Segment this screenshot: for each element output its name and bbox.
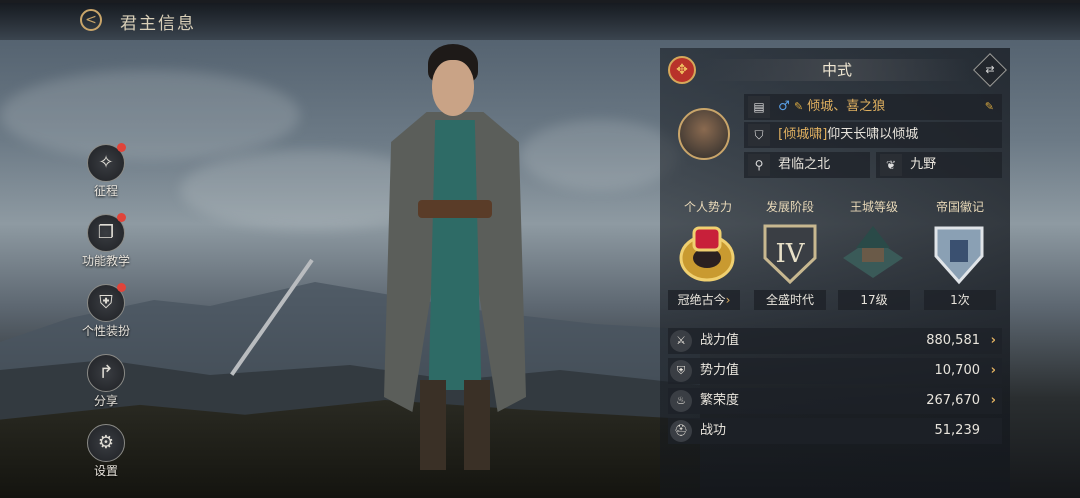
stat-value: 267,670: [926, 393, 980, 408]
stat-value: 10,700: [934, 363, 981, 378]
stat-name: 战功: [700, 423, 727, 438]
lord-character-model[interactable]: [370, 40, 540, 480]
gender-icon: ♂: [778, 99, 790, 114]
chevron-right-icon: ›: [725, 293, 731, 307]
edit-name-icon[interactable]: ✎: [985, 94, 994, 120]
style-selector[interactable]: ✥ 中式 ⇄: [668, 53, 1007, 87]
stat-row-influence[interactable]: ⛨ 势力值 10,700 ›: [668, 358, 1002, 384]
swap-icon[interactable]: ⇄: [973, 53, 1007, 87]
character-boot: [464, 380, 490, 470]
roman-four-shield-icon[interactable]: IV: [755, 218, 825, 288]
notification-dot: [117, 213, 126, 222]
stage-numeral: IV: [775, 239, 805, 269]
badge-label-crest: 1次: [924, 290, 996, 310]
badge-label-power[interactable]: 冠绝古今›: [668, 290, 740, 310]
signature-row[interactable]: ⛉ [倾城啸]仰天长啸以倾城: [744, 122, 1002, 148]
location-row: ⚲ 君临之北: [744, 152, 870, 178]
cloud: [520, 120, 680, 190]
badge-label-city-level: 17级: [838, 290, 910, 310]
side-menu-label: 功能教学: [81, 254, 130, 268]
palace-icon[interactable]: [838, 218, 908, 288]
side-menu-item-journey[interactable]: ✧ 征程: [78, 143, 134, 199]
feather-icon: ❦: [880, 154, 902, 176]
chevron-right-icon: ›: [990, 333, 996, 348]
location-text: 君临之北: [778, 157, 831, 172]
chevron-right-icon: ›: [990, 363, 996, 378]
side-menu-label: 征程: [93, 184, 118, 198]
knot-emblem-icon: ✥: [668, 56, 696, 84]
crest-icon[interactable]: [924, 218, 994, 288]
cloud: [0, 70, 300, 160]
notification-dot: [117, 143, 126, 152]
header-personal-power: 个人势力: [683, 200, 732, 214]
name-row: ▤ ♂ ✎ 倾城、喜之狼 ✎: [744, 94, 1002, 120]
stat-value: 51,239: [934, 423, 981, 438]
stat-name: 繁荣度: [700, 393, 740, 408]
back-arrow-icon[interactable]: <: [80, 9, 102, 31]
header-royal-city-level: 王城等级: [849, 200, 898, 214]
stat-row-merit: ⛑ 战功 51,239: [668, 418, 1002, 444]
header-development-stage: 发展阶段: [765, 200, 814, 214]
style-name: 中式: [704, 59, 970, 81]
header-empire-crest: 帝国徽记: [935, 200, 984, 214]
signature-prefix: [倾城啸]: [778, 127, 828, 142]
power-icon: ⚔: [670, 330, 692, 352]
side-menu-item-outfit[interactable]: ⛨ 个性装扮: [78, 283, 134, 339]
banner-icon: ⛉: [748, 124, 770, 146]
chevron-right-icon: ›: [990, 393, 996, 408]
page-title: 君主信息: [120, 14, 196, 34]
alliance-row[interactable]: ❦ 九野: [876, 152, 1002, 178]
badge-label-text: 冠绝古今: [677, 293, 726, 307]
side-menu-label: 设置: [93, 464, 118, 478]
top-edge: [0, 0, 1080, 3]
side-menu-item-share[interactable]: ↱ 分享: [78, 354, 134, 409]
ruby-ring-icon[interactable]: [672, 218, 742, 288]
stat-name: 战力值: [700, 333, 740, 348]
top-bar: < 君主信息: [0, 0, 1080, 40]
character-boot: [420, 380, 446, 470]
edit-pen-icon[interactable]: ✎: [794, 100, 803, 113]
alliance-text: 九野: [910, 157, 937, 172]
side-menu-item-settings[interactable]: ⚙ 设置: [78, 424, 134, 479]
signature-text: 仰天长啸以倾城: [827, 127, 919, 142]
book-icon: ❐: [87, 213, 126, 252]
id-card-icon: ▤: [748, 96, 770, 118]
stat-row-prosperity[interactable]: ♨ 繁荣度 267,670 ›: [668, 388, 1002, 414]
stat-value: 880,581: [926, 333, 980, 348]
notification-dot: [117, 283, 126, 292]
side-menu-label: 分享: [93, 394, 118, 408]
compass-icon: ✧: [87, 143, 126, 182]
flame-icon: ♨: [670, 390, 692, 412]
badge-label-stage: 全盛时代: [754, 290, 826, 310]
stat-name: 势力值: [700, 363, 740, 378]
location-pin-icon: ⚲: [748, 154, 770, 176]
stat-row-combat-power[interactable]: ⚔ 战力值 880,581 ›: [668, 328, 1002, 354]
armor-icon: ⛨: [87, 283, 126, 322]
lord-name: 倾城、喜之狼: [807, 99, 886, 114]
side-menu-label: 个性装扮: [81, 324, 130, 338]
character-head: [432, 60, 474, 116]
shield-icon: ⛨: [670, 360, 692, 382]
gear-icon: ⚙: [87, 424, 125, 462]
character-belt: [418, 200, 492, 218]
side-menu-item-tutorial[interactable]: ❐ 功能教学: [78, 213, 134, 269]
share-arrow-icon: ↱: [87, 354, 125, 392]
avatar[interactable]: [678, 108, 730, 160]
helmet-icon: ⛑: [670, 420, 692, 442]
